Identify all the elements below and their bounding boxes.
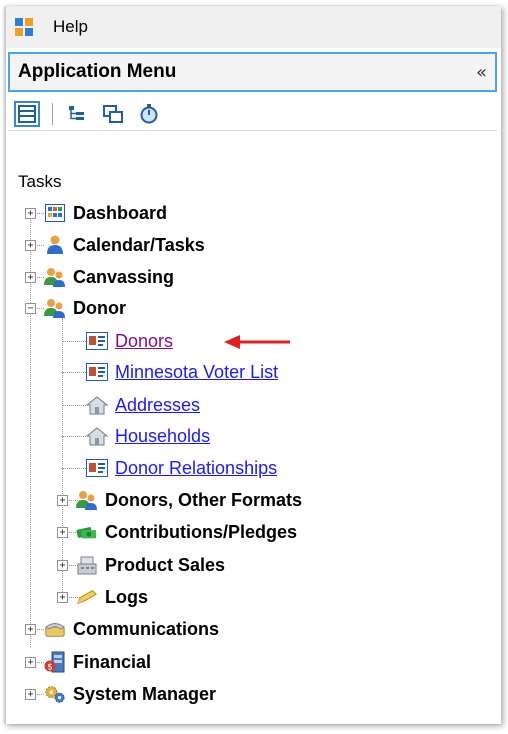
- tree-item-donor[interactable]: Donor: [44, 294, 126, 322]
- pencil-icon: [76, 587, 98, 607]
- addresses-link[interactable]: Addresses: [115, 395, 200, 416]
- tree-item-donors-other-formats[interactable]: Donors, Other Formats: [76, 486, 302, 514]
- person-icon: [44, 235, 66, 255]
- gears-icon: [44, 684, 66, 704]
- people-icon: [44, 298, 66, 318]
- tree-item-donor-relationships[interactable]: Donor Relationships: [86, 454, 277, 482]
- contact-card-icon: [86, 331, 108, 351]
- house-icon: [86, 426, 108, 446]
- households-link[interactable]: Households: [115, 426, 210, 447]
- contact-card-icon: [86, 362, 108, 382]
- calendar-expander[interactable]: +: [25, 240, 36, 251]
- application-window: Help Application Menu « Tasks + + + − + …: [5, 6, 501, 724]
- dashboard-label: Dashboard: [73, 202, 168, 223]
- financial-icon: $: [44, 651, 66, 673]
- tree-item-donors[interactable]: Donors: [86, 327, 173, 355]
- money-icon: [76, 522, 98, 542]
- tree-item-communications[interactable]: Communications: [44, 615, 219, 643]
- product-sales-label: Product Sales: [105, 554, 226, 575]
- contact-card-icon: [86, 458, 108, 478]
- phone-icon: [44, 619, 66, 639]
- communications-label: Communications: [73, 618, 220, 639]
- product-sales-expander[interactable]: +: [57, 560, 68, 571]
- tree-item-financial[interactable]: $ Financial: [44, 648, 151, 676]
- donors-other-expander[interactable]: +: [57, 495, 68, 506]
- contributions-pledges-label: Contributions/Pledges: [105, 521, 298, 542]
- communications-expander[interactable]: +: [25, 624, 36, 635]
- tree-item-product-sales[interactable]: Product Sales: [76, 551, 225, 579]
- tree-item-calendar-tasks[interactable]: Calendar/Tasks: [44, 231, 205, 259]
- tree-item-households[interactable]: Households: [86, 422, 210, 450]
- svg-text:$: $: [47, 663, 53, 673]
- donors-other-formats-label: Donors, Other Formats: [105, 489, 303, 510]
- donor-relationships-link[interactable]: Donor Relationships: [115, 458, 277, 479]
- calendar-tasks-label: Calendar/Tasks: [73, 234, 205, 255]
- system-manager-label: System Manager: [73, 683, 217, 704]
- people-icon: [76, 490, 98, 510]
- tree-item-system-manager[interactable]: System Manager: [44, 680, 216, 708]
- tree-item-dashboard[interactable]: Dashboard: [44, 199, 167, 227]
- task-tree: + + + − + + + + + + + Dashboard Calendar…: [6, 6, 501, 724]
- donors-link[interactable]: Donors: [115, 331, 173, 352]
- financial-label: Financial: [73, 651, 152, 672]
- system-manager-expander[interactable]: +: [25, 689, 36, 700]
- tree-item-logs[interactable]: Logs: [76, 583, 148, 611]
- tree-item-minnesota-voter-list[interactable]: Minnesota Voter List: [86, 358, 278, 386]
- dashboard-expander[interactable]: +: [25, 208, 36, 219]
- people-icon: [44, 267, 66, 287]
- dashboard-icon: [44, 203, 66, 223]
- cash-register-icon: [76, 555, 98, 575]
- tree-item-addresses[interactable]: Addresses: [86, 391, 200, 419]
- donor-expander[interactable]: −: [25, 303, 36, 314]
- canvassing-label: Canvassing: [73, 266, 175, 287]
- logs-expander[interactable]: +: [57, 592, 68, 603]
- contributions-expander[interactable]: +: [57, 527, 68, 538]
- minnesota-voter-list-link[interactable]: Minnesota Voter List: [115, 362, 278, 383]
- annotation-arrow-icon: [224, 335, 290, 349]
- financial-expander[interactable]: +: [25, 657, 36, 668]
- tree-item-contributions-pledges[interactable]: Contributions/Pledges: [76, 518, 297, 546]
- donor-label: Donor: [73, 297, 126, 318]
- house-icon: [86, 395, 108, 415]
- canvassing-expander[interactable]: +: [25, 272, 36, 283]
- tree-item-canvassing[interactable]: Canvassing: [44, 263, 174, 291]
- logs-label: Logs: [105, 586, 148, 607]
